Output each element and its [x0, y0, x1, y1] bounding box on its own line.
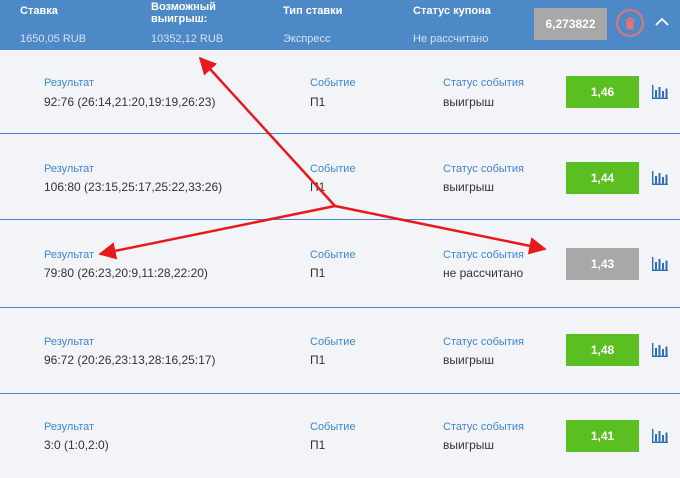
coupon-header: Ставка 1650,05 RUB Возможный выигрыш: 10… — [0, 0, 680, 50]
result-value: 96:72 (20:26,23:13,28:16,25:17) — [44, 353, 216, 367]
bar-chart-icon[interactable] — [652, 85, 668, 99]
trash-icon — [625, 17, 635, 29]
stake-value: 1650,05 RUB — [20, 33, 87, 45]
result-label: Результат — [44, 336, 95, 348]
delete-coupon-button[interactable] — [616, 9, 644, 37]
event-label: Событие — [310, 77, 356, 89]
event-label: Событие — [310, 249, 356, 261]
bet-type-label: Тип ставки — [283, 5, 343, 17]
total-coefficient-badge: 6,273822 — [534, 8, 607, 40]
event-value: П1 — [310, 180, 326, 194]
result-label: Результат — [44, 77, 95, 89]
result-value: 3:0 (1:0,2:0) — [44, 438, 109, 452]
event-value: П1 — [310, 266, 326, 280]
coupon-status-column: Статус купона Не рассчитано — [413, 5, 491, 45]
event-value: П1 — [310, 353, 326, 367]
event-coefficient: 1,43 — [566, 248, 639, 280]
event-coefficient: 1,48 — [566, 334, 639, 366]
event-status-value: выигрыш — [443, 353, 495, 367]
event-value: П1 — [310, 95, 326, 109]
coupon-status-label: Статус купона — [413, 5, 491, 17]
possible-win-value: 10352,12 RUB — [151, 33, 224, 45]
stake-label: Ставка — [20, 5, 58, 17]
event-status-label: Статус события — [443, 77, 524, 89]
event-coefficient: 1,44 — [566, 162, 639, 194]
event-status-label: Статус события — [443, 249, 524, 261]
event-row: Результат 96:72 (20:26,23:13,28:16,25:17… — [0, 308, 680, 394]
event-row: Результат 106:80 (23:15,25:17,25:22,33:2… — [0, 134, 680, 220]
event-status-label: Статус события — [443, 336, 524, 348]
bar-chart-icon[interactable] — [652, 257, 668, 271]
coupon-status-value: Не рассчитано — [413, 33, 489, 45]
event-coefficient: 1,41 — [566, 420, 639, 452]
possible-win-column: Возможный выигрыш: 10352,12 RUB — [151, 1, 223, 45]
stake-column: Ставка 1650,05 RUB — [20, 5, 86, 45]
result-label: Результат — [44, 163, 95, 175]
event-status-value: выигрыш — [443, 95, 495, 109]
result-label: Результат — [44, 421, 95, 433]
event-label: Событие — [310, 421, 356, 433]
chevron-up-icon[interactable] — [654, 14, 670, 30]
bet-type-value: Экспресс — [283, 33, 331, 45]
event-label: Событие — [310, 163, 356, 175]
result-value: 106:80 (23:15,25:17,25:22,33:26) — [44, 180, 223, 194]
result-label: Результат — [44, 249, 95, 261]
event-label: Событие — [310, 336, 356, 348]
event-status-label: Статус события — [443, 163, 524, 175]
event-value: П1 — [310, 438, 326, 452]
event-status-value: не рассчитано — [443, 266, 524, 280]
event-status-value: выигрыш — [443, 180, 495, 194]
result-value: 79:80 (26:23,20:9,11:28,22:20) — [44, 266, 208, 280]
event-coefficient: 1,46 — [566, 76, 639, 108]
possible-win-label-line1: Возможный — [151, 1, 216, 13]
result-value: 92:76 (26:14,21:20,19:19,26:23) — [44, 95, 216, 109]
event-row: Результат 3:0 (1:0,2:0) Событие П1 Стату… — [0, 394, 680, 478]
possible-win-label-line2: выигрыш: — [151, 13, 208, 25]
event-status-label: Статус события — [443, 421, 524, 433]
event-row: Результат 92:76 (26:14,21:20,19:19,26:23… — [0, 50, 680, 134]
bet-type-column: Тип ставки Экспресс — [283, 5, 343, 45]
event-row: Результат 79:80 (26:23,20:9,11:28,22:20)… — [0, 220, 680, 308]
bar-chart-icon[interactable] — [652, 343, 668, 357]
bar-chart-icon[interactable] — [652, 429, 668, 443]
bar-chart-icon[interactable] — [652, 171, 668, 185]
event-status-value: выигрыш — [443, 438, 495, 452]
